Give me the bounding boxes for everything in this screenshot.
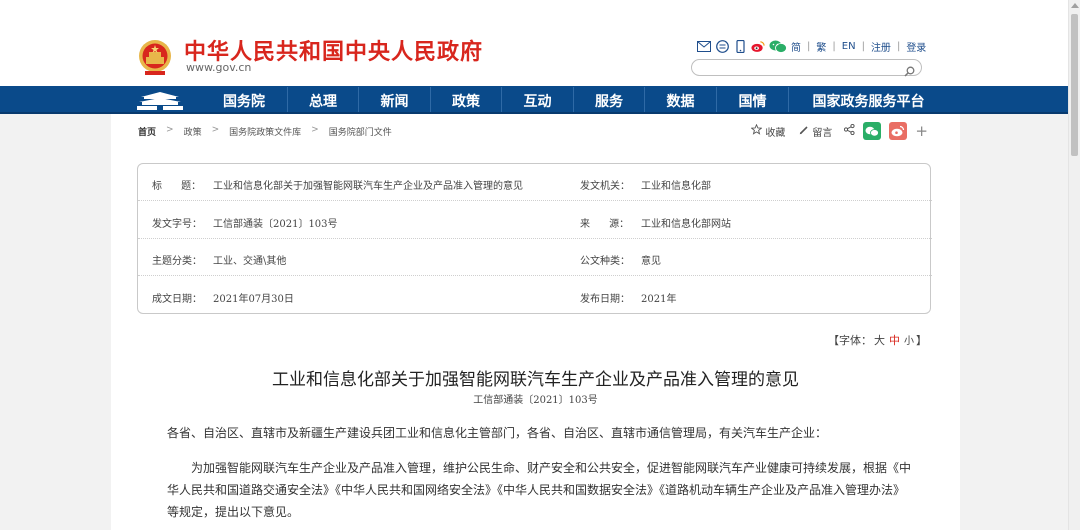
font-size-medium[interactable]: 中 <box>887 334 902 347</box>
metadata-label: 公文种类： <box>580 256 630 267</box>
lang-simplified[interactable]: 简 <box>791 39 801 54</box>
metadata-value: 工业和信息化部关于加强智能网联汽车生产企业及产品准入管理的意见 <box>213 181 523 192</box>
site-header: 中华人民共和国中央人民政府 www.gov.cn 简 | 繁 | EN | 注册… <box>0 0 1068 86</box>
search-icon[interactable] <box>904 62 915 77</box>
metadata-value: 工业和信息化部 <box>641 181 711 192</box>
document-paragraph: 为加强智能网联汽车生产企业及产品准入管理，维护公民生命、财产安全和公共安全，促进… <box>167 461 912 519</box>
article-actions: 收藏 留言 + <box>750 122 928 140</box>
font-size-small[interactable]: 小 <box>902 336 916 347</box>
metadata-label: 发布日期： <box>580 294 630 305</box>
document-number: 工信部通装〔2021〕103号 <box>473 395 598 406</box>
document-salutation: 各省、自治区、直辖市及新疆生产建设兵团工业和信息化主管部门，各省、自治区、直辖市… <box>167 426 828 440</box>
separator: | <box>896 41 901 52</box>
font-size-switcher: 【字体：大中小】 <box>828 332 927 348</box>
star-icon <box>750 123 763 138</box>
metadata-label: 来 源： <box>580 219 630 230</box>
metadata-label: 发文字号： <box>152 219 202 230</box>
weibo-icon[interactable] <box>751 40 765 53</box>
login-link[interactable]: 登录 <box>906 39 926 54</box>
separator: | <box>832 41 836 52</box>
more-share-icon[interactable]: + <box>915 122 928 140</box>
favorite-button[interactable]: 收藏 <box>750 123 786 139</box>
separator: | <box>807 41 811 52</box>
font-size-suffix: 】 <box>916 334 927 347</box>
metadata-row: 成文日期： 2021年07月30日 发布日期： 2021年 <box>138 277 932 314</box>
scroll-up-arrow-icon[interactable] <box>1071 3 1079 8</box>
nav-items: 国务院 总理 新闻 政策 互动 服务 数据 国情 国家政务服务平台 <box>201 87 948 115</box>
breadcrumb-item-policy[interactable]: 政策 <box>184 125 202 138</box>
share-icon[interactable] <box>844 123 856 138</box>
separator: | <box>861 41 865 52</box>
font-size-prefix: 【字体： <box>828 334 872 347</box>
breadcrumb-home[interactable]: 首页 <box>138 125 156 138</box>
nav-item[interactable]: 国家政务服务平台 <box>788 87 948 115</box>
font-size-large[interactable]: 大 <box>872 334 887 347</box>
search-box <box>691 59 922 80</box>
metadata-value: 2021年 <box>641 294 677 305</box>
metadata-row: 标 题： 工业和信息化部关于加强智能网联汽车生产企业及产品准入管理的意见 发文机关：… <box>138 164 932 201</box>
nav-item[interactable]: 国情 <box>716 87 788 115</box>
metadata-label: 标 题： <box>152 181 202 192</box>
metadata-value: 工信部通装〔2021〕103号 <box>213 219 338 230</box>
comment-button[interactable]: 留言 <box>799 124 832 139</box>
page-scrollbar[interactable] <box>1068 0 1080 530</box>
nav-item[interactable]: 新闻 <box>358 87 430 115</box>
national-emblem-icon[interactable] <box>137 38 173 76</box>
metadata-label: 主题分类： <box>152 256 202 267</box>
metadata-value: 工业和信息化部网站 <box>641 219 731 230</box>
favorite-label: 收藏 <box>765 127 786 139</box>
nav-item[interactable]: 政策 <box>430 87 501 115</box>
tiananmen-logo-icon[interactable] <box>135 91 185 111</box>
nav-item[interactable]: 国务院 <box>201 87 287 115</box>
metadata-value: 意见 <box>641 256 661 267</box>
weibo-share-icon[interactable] <box>889 122 908 140</box>
nav-item[interactable]: 互动 <box>501 87 573 115</box>
header-tools: 简 | 繁 | EN | 注册 | 登录 <box>697 39 926 54</box>
chevron-right-icon: > <box>166 125 174 135</box>
metadata-row: 主题分类： 工业、交通\其他 公文种类： 意见 <box>138 239 932 276</box>
chevron-right-icon: > <box>311 125 319 135</box>
article-content: 首页 > 政策 > 国务院政策文件库 > 国务院部门文件 收藏 留言 + 标 题… <box>111 114 960 530</box>
chevron-right-icon: > <box>211 125 220 135</box>
message-icon[interactable] <box>715 40 729 53</box>
metadata-value: 工业、交通\其他 <box>213 256 287 267</box>
comment-label: 留言 <box>812 127 833 139</box>
scroll-thumb[interactable] <box>1071 14 1078 156</box>
wechat-share-icon[interactable] <box>863 122 882 140</box>
mobile-icon[interactable] <box>733 40 747 53</box>
lang-traditional[interactable]: 繁 <box>816 39 826 54</box>
breadcrumb: 首页 > 政策 > 国务院政策文件库 > 国务院部门文件 <box>138 125 392 138</box>
metadata-label: 成文日期： <box>152 294 202 305</box>
pencil-icon <box>799 125 809 138</box>
document-title: 工业和信息化部关于加强智能网联汽车生产企业及产品准入管理的意见 <box>272 370 799 390</box>
register-link[interactable]: 注册 <box>871 39 891 54</box>
nav-item[interactable]: 服务 <box>573 87 644 115</box>
breadcrumb-item-library[interactable]: 国务院政策文件库 <box>229 125 301 138</box>
mail-icon[interactable] <box>697 40 711 53</box>
document-metadata-table: 标 题： 工业和信息化部关于加强智能网联汽车生产企业及产品准入管理的意见 发文机关：… <box>137 163 932 314</box>
search-input[interactable] <box>700 65 900 80</box>
lang-english[interactable]: EN <box>842 41 856 52</box>
main-nav: 国务院 总理 新闻 政策 互动 服务 数据 国情 国家政务服务平台 <box>0 86 1068 115</box>
nav-item[interactable]: 总理 <box>287 87 358 115</box>
metadata-label: 发文机关： <box>580 181 630 192</box>
nav-item[interactable]: 数据 <box>644 87 716 115</box>
metadata-row: 发文字号： 工信部通装〔2021〕103号 来 源： 工业和信息化部网站 <box>138 202 932 239</box>
breadcrumb-item-dept-docs[interactable]: 国务院部门文件 <box>329 125 392 138</box>
metadata-value: 2021年07月30日 <box>213 294 294 305</box>
wechat-icon[interactable] <box>769 40 787 53</box>
site-url: www.gov.cn <box>186 61 252 74</box>
